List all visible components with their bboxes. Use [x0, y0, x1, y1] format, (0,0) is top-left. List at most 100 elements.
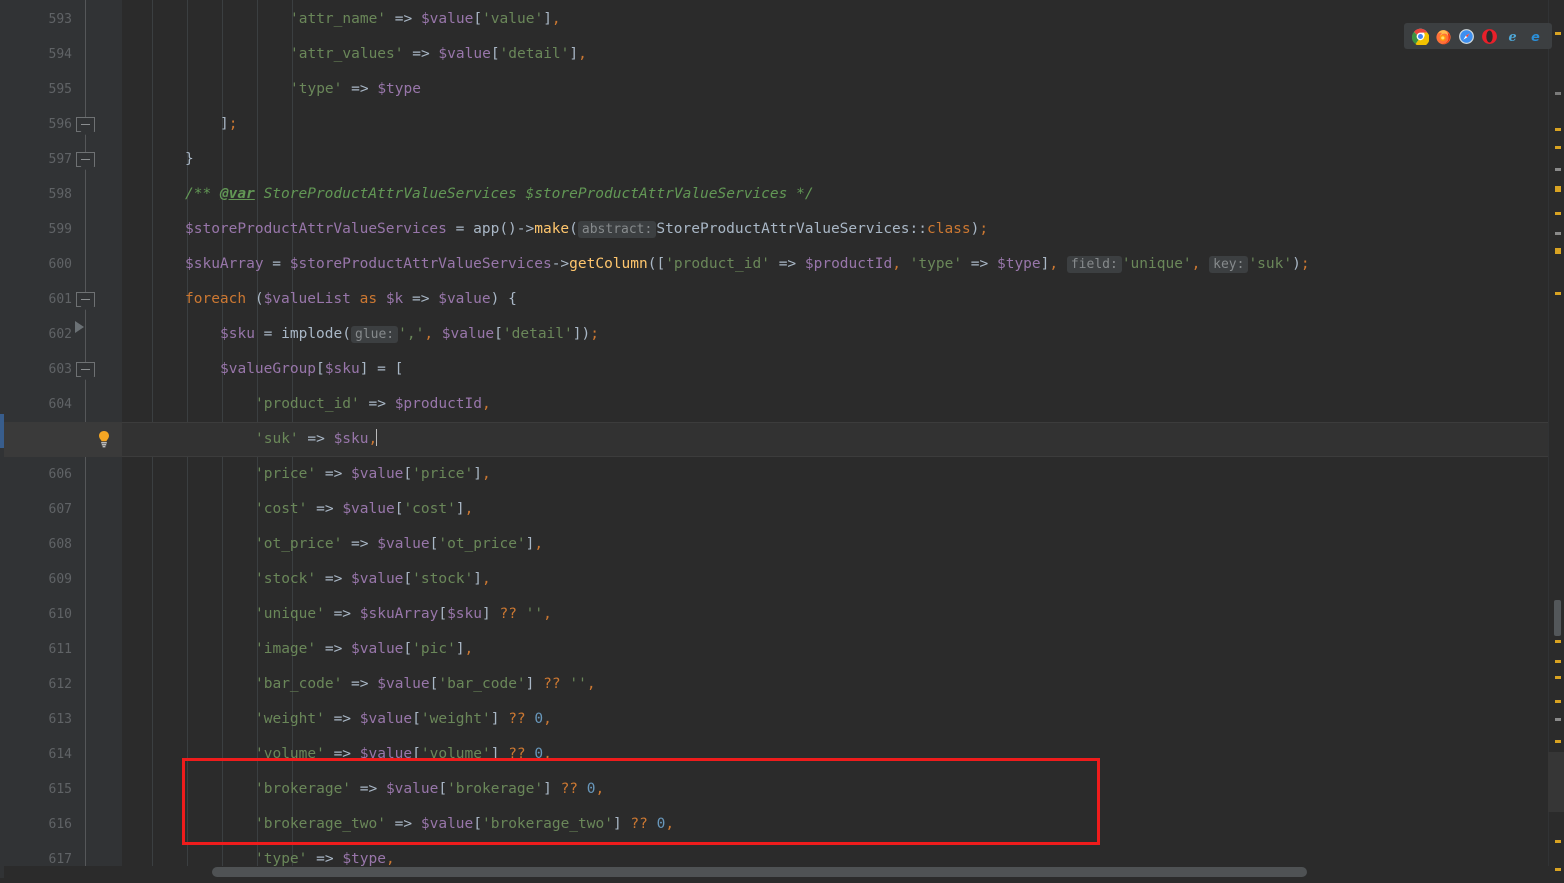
- error-stripe-mark-7[interactable]: [1555, 232, 1561, 235]
- line-number-610[interactable]: 610: [12, 597, 72, 632]
- line-number-613[interactable]: 613: [12, 702, 72, 737]
- line-number-594[interactable]: 594: [12, 37, 72, 72]
- safari-icon[interactable]: [1458, 28, 1475, 45]
- error-stripe-mark-16[interactable]: [1555, 840, 1561, 843]
- code-line-593[interactable]: 'attr_name' => $value['value'],: [290, 2, 561, 37]
- line-number-615[interactable]: 615: [12, 772, 72, 807]
- code-line-617[interactable]: 'type' => $type,: [255, 842, 395, 866]
- inlay-parameter-hint[interactable]: glue:: [350, 326, 399, 343]
- line-number-611[interactable]: 611: [12, 632, 72, 667]
- error-stripe-mark-0[interactable]: [1555, 32, 1561, 35]
- code-token: '': [569, 676, 587, 692]
- error-stripe-mark-15[interactable]: [1555, 740, 1561, 743]
- error-stripe-mark-8[interactable]: [1555, 248, 1561, 254]
- error-stripe-marker-bar[interactable]: [1548, 0, 1564, 871]
- code-line-598[interactable]: /** @var StoreProductAttrValueServices $…: [185, 177, 814, 212]
- code-fold-collapse-icon[interactable]: [76, 152, 95, 167]
- line-number-617[interactable]: 617: [12, 842, 72, 877]
- code-line-602[interactable]: $sku = implode(glue: ',', $value['detail'…: [220, 317, 599, 352]
- line-number-598[interactable]: 598: [12, 177, 72, 212]
- horizontal-scrollbar-thumb[interactable]: [212, 867, 1307, 877]
- line-number-607[interactable]: 607: [12, 492, 72, 527]
- error-stripe-mark-14[interactable]: [1555, 718, 1561, 721]
- error-stripe-mark-2[interactable]: [1555, 128, 1561, 131]
- code-line-600[interactable]: $skuArray = $storeProductAttrValueServic…: [185, 247, 1310, 282]
- code-token: StoreProductAttrValueServices: [656, 221, 910, 237]
- error-stripe-mark-11[interactable]: [1555, 660, 1561, 663]
- error-stripe-mark-13[interactable]: [1555, 700, 1561, 703]
- code-line-615[interactable]: 'brokerage' => $value['brokerage'] ?? 0,: [255, 772, 604, 807]
- line-number-616[interactable]: 616: [12, 807, 72, 842]
- code-line-606[interactable]: 'price' => $value['price'],: [255, 457, 491, 492]
- code-line-599[interactable]: $storeProductAttrValueServices = app()->…: [185, 212, 988, 247]
- line-number-609[interactable]: 609: [12, 562, 72, 597]
- code-token: =: [446, 221, 474, 237]
- code-line-608[interactable]: 'ot_price' => $value['ot_price'],: [255, 527, 543, 562]
- code-line-609[interactable]: 'stock' => $value['stock'],: [255, 562, 491, 597]
- line-number-604[interactable]: 604: [12, 387, 72, 422]
- code-line-616[interactable]: 'brokerage_two' => $value['brokerage_two…: [255, 807, 674, 842]
- code-line-597[interactable]: }: [185, 142, 194, 177]
- line-number-597[interactable]: 597: [12, 142, 72, 177]
- code-line-601[interactable]: foreach ($valueList as $k => $value) {: [185, 282, 517, 317]
- line-number-600[interactable]: 600: [12, 247, 72, 282]
- code-line-614[interactable]: 'volume' => $value['volume'] ?? 0,: [255, 737, 552, 772]
- code-token: ??: [560, 781, 579, 797]
- code-token: ,: [482, 396, 491, 412]
- code-line-610[interactable]: 'unique' => $skuArray[$sku] ?? '',: [255, 597, 552, 632]
- code-line-607[interactable]: 'cost' => $value['cost'],: [255, 492, 473, 527]
- error-stripe-mark-1[interactable]: [1555, 92, 1561, 95]
- code-fold-collapse-icon[interactable]: [76, 292, 95, 307]
- code-line-596[interactable]: ];: [220, 107, 237, 142]
- code-line-612[interactable]: 'bar_code' => $value['bar_code'] ?? '',: [255, 667, 596, 702]
- code-token: $value: [351, 466, 404, 482]
- code-line-594[interactable]: 'attr_values' => $value['detail'],: [290, 37, 587, 72]
- run-to-cursor-arrow-icon[interactable]: [75, 321, 84, 333]
- line-number-601[interactable]: 601: [12, 282, 72, 317]
- code-line-605[interactable]: 'suk' => $sku,: [255, 422, 378, 457]
- inlay-parameter-hint[interactable]: key:: [1209, 256, 1249, 273]
- error-stripe-mark-3[interactable]: [1555, 146, 1561, 149]
- code-token: =>: [962, 256, 997, 272]
- error-stripe-mark-10[interactable]: [1555, 640, 1561, 643]
- error-stripe-mark-4[interactable]: [1555, 168, 1561, 171]
- error-stripe-mark-9[interactable]: [1555, 292, 1561, 295]
- opera-icon[interactable]: [1481, 28, 1498, 45]
- code-token: ]: [490, 711, 509, 727]
- line-number-593[interactable]: 593: [12, 2, 72, 37]
- chrome-icon[interactable]: [1411, 28, 1430, 46]
- line-number-608[interactable]: 608: [12, 527, 72, 562]
- code-line-603[interactable]: $valueGroup[$sku] = [: [220, 352, 403, 387]
- error-stripe-mark-17[interactable]: [1555, 868, 1561, 871]
- line-number-595[interactable]: 595: [12, 72, 72, 107]
- code-token: ]: [612, 816, 631, 832]
- error-stripe-mark-6[interactable]: [1555, 212, 1561, 215]
- horizontal-scrollbar[interactable]: [122, 867, 1548, 877]
- code-line-604[interactable]: 'product_id' => $productId,: [255, 387, 491, 422]
- internet-explorer-icon[interactable]: e: [1504, 28, 1521, 45]
- line-number-614[interactable]: 614: [12, 737, 72, 772]
- code-line-611[interactable]: 'image' => $value['pic'],: [255, 632, 473, 667]
- inlay-parameter-hint[interactable]: field:: [1066, 256, 1122, 273]
- line-number-599[interactable]: 599: [12, 212, 72, 247]
- line-number-602[interactable]: 602: [12, 317, 72, 352]
- inlay-parameter-hint[interactable]: abstract:: [577, 221, 657, 238]
- code-line-613[interactable]: 'weight' => $value['weight'] ?? 0,: [255, 702, 552, 737]
- code-line-595[interactable]: 'type' => $type: [290, 72, 421, 107]
- line-number-606[interactable]: 606: [12, 457, 72, 492]
- line-number-596[interactable]: 596: [12, 107, 72, 142]
- firefox-icon[interactable]: [1435, 28, 1452, 45]
- browser-preview-toolbar[interactable]: e e: [1404, 23, 1552, 49]
- edge-icon[interactable]: e: [1527, 28, 1544, 45]
- error-stripe-mark-12[interactable]: [1555, 676, 1561, 679]
- vertical-scrollbar-thumb[interactable]: [1554, 600, 1561, 636]
- intention-bulb-icon[interactable]: [96, 430, 112, 448]
- code-fold-collapse-icon[interactable]: [76, 362, 95, 377]
- bottom-rail: [0, 878, 1564, 883]
- code-editor-area[interactable]: 'attr_name' => $value['value'],'attr_val…: [122, 0, 1548, 866]
- code-token: [: [494, 326, 503, 342]
- code-fold-collapse-icon[interactable]: [76, 117, 95, 132]
- error-stripe-mark-5[interactable]: [1555, 186, 1561, 192]
- line-number-612[interactable]: 612: [12, 667, 72, 702]
- line-number-603[interactable]: 603: [12, 352, 72, 387]
